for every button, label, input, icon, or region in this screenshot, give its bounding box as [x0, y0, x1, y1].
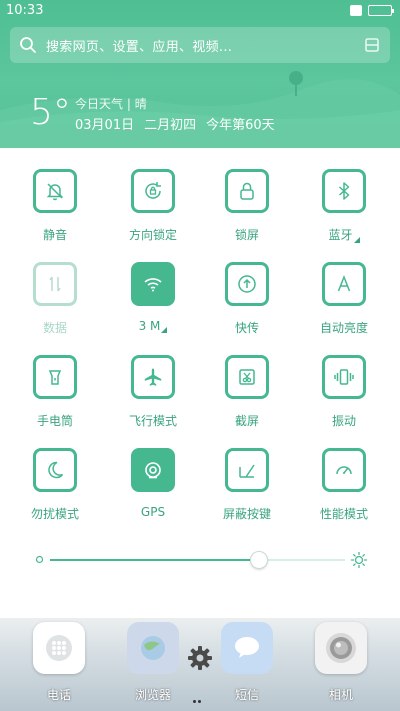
- rotation-lock-icon: [131, 169, 175, 213]
- upload-icon: [225, 262, 269, 306]
- toggle-label: 飞行模式: [128, 414, 177, 428]
- temperature: 5°: [30, 92, 71, 133]
- status-bar: 10:33: [0, 0, 400, 22]
- toggle-label: 勿扰模式: [30, 507, 79, 521]
- gear-icon[interactable]: [186, 644, 214, 672]
- lock-icon: [225, 169, 269, 213]
- flashlight-icon: [33, 355, 77, 399]
- search-placeholder: 搜索网页、设置、应用、视频...: [46, 40, 233, 55]
- toggle-mute[interactable]: 静音: [10, 160, 100, 250]
- toggle-label-text: 蓝牙: [328, 228, 353, 242]
- camera-icon: [315, 622, 367, 674]
- dock-label: 短信: [234, 688, 259, 702]
- toggle-mobile-data[interactable]: 数据: [10, 253, 100, 343]
- weather-summary: 今日天气 | 晴: [75, 95, 147, 112]
- status-time: 10:33: [6, 3, 44, 18]
- phone-dialpad-icon: [33, 622, 85, 674]
- toggle-label: GPS: [140, 505, 166, 519]
- dock-label: 电话: [46, 688, 71, 702]
- toggle-performance-mode[interactable]: 性能模式: [299, 439, 389, 529]
- airplane-icon: [131, 355, 175, 399]
- toggle-label-text: 3 M: [138, 319, 161, 333]
- weather-header: 10:33 搜索网页、设置、应用、视频... 5° 今日天气 | 晴 03月01…: [0, 0, 400, 148]
- sim-icon: [350, 5, 362, 16]
- toggle-label: 方向锁定: [128, 228, 177, 242]
- weather-condition: 晴: [134, 97, 147, 111]
- toggle-label: 振动: [331, 414, 356, 428]
- toggle-flashlight[interactable]: 手电筒: [10, 346, 100, 436]
- toggle-block-keys[interactable]: 屏蔽按键: [202, 439, 292, 529]
- toggle-label: 手电筒: [36, 414, 73, 428]
- more-indicator-icon: [353, 237, 360, 243]
- toggle-screenshot[interactable]: 截屏: [202, 346, 292, 436]
- toggle-label: 3 M: [108, 319, 198, 333]
- vibrate-icon: [322, 355, 366, 399]
- dock-label: 相机: [328, 688, 353, 702]
- toggle-do-not-disturb[interactable]: 勿扰模式: [10, 439, 100, 529]
- data-arrows-icon: [33, 262, 77, 306]
- messages-icon: [221, 622, 273, 674]
- date-line: 03月01日 二月初四 今年第60天: [75, 114, 285, 133]
- bluetooth-icon: [322, 169, 366, 213]
- lunar-date: 二月初四: [144, 118, 197, 133]
- toggle-bluetooth[interactable]: 蓝牙: [299, 160, 389, 250]
- date: 03月01日: [75, 118, 135, 133]
- toggle-lock-screen[interactable]: 锁屏: [202, 160, 292, 250]
- toggle-auto-brightness[interactable]: 自动亮度: [299, 253, 389, 343]
- brightness-knob[interactable]: [250, 551, 269, 569]
- browser-icon: [127, 622, 179, 674]
- toggle-quick-transfer[interactable]: 快传: [202, 253, 292, 343]
- today-label: 今日天气: [75, 97, 124, 111]
- bell-off-icon: [33, 169, 77, 213]
- search-bar[interactable]: 搜索网页、设置、应用、视频...: [10, 27, 390, 63]
- brightness-track[interactable]: [50, 559, 345, 561]
- toggle-airplane[interactable]: 飞行模式: [108, 346, 198, 436]
- toggle-label: 自动亮度: [319, 321, 368, 335]
- toggle-label: 锁屏: [234, 228, 259, 242]
- more-indicator-icon: [161, 327, 168, 333]
- weather-separator: |: [126, 97, 131, 111]
- brightness-low-icon: [35, 555, 44, 564]
- brightness-fill: [50, 559, 260, 561]
- toggle-rotation-lock[interactable]: 方向锁定: [108, 160, 198, 250]
- brightness-slider[interactable]: [30, 545, 370, 575]
- auto-brightness-icon: [322, 262, 366, 306]
- day-of-year: 今年第60天: [206, 118, 275, 133]
- page-indicator: [192, 688, 208, 703]
- gps-icon: [131, 448, 175, 492]
- toggle-vibrate[interactable]: 振动: [299, 346, 389, 436]
- block-keys-icon: [225, 448, 269, 492]
- toggle-label: 截屏: [234, 414, 259, 428]
- battery-icon: [368, 5, 394, 16]
- scan-icon[interactable]: [364, 37, 380, 53]
- toggle-label: 静音: [42, 228, 67, 242]
- moon-icon: [33, 448, 77, 492]
- toggle-label: 蓝牙: [299, 226, 389, 243]
- toggle-label: 性能模式: [319, 507, 368, 521]
- wifi-icon: [131, 262, 175, 306]
- toggle-label: 屏蔽按键: [222, 507, 271, 521]
- dock-label: 浏览器: [134, 688, 171, 702]
- search-icon: [20, 37, 36, 53]
- speedometer-icon: [322, 448, 366, 492]
- toggle-label: 快传: [234, 321, 259, 335]
- screenshot-icon: [225, 355, 269, 399]
- toggle-label: 数据: [42, 321, 67, 335]
- toggle-gps[interactable]: GPS: [108, 439, 198, 529]
- toggle-wifi[interactable]: 3 M: [108, 253, 198, 343]
- brightness-high-icon: [350, 551, 368, 569]
